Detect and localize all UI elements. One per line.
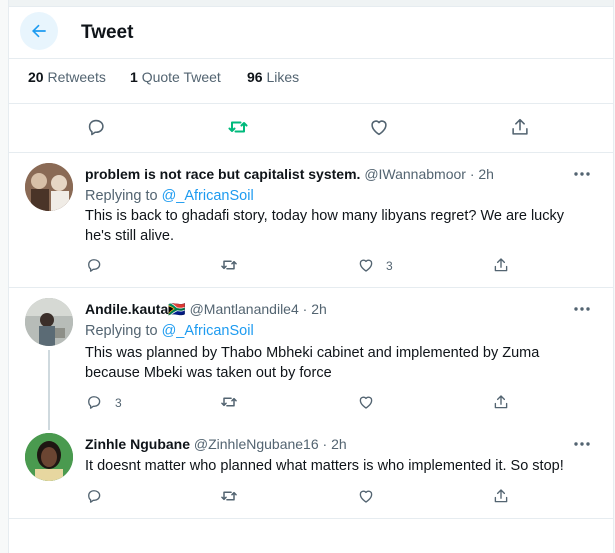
avatar-image — [25, 433, 73, 481]
reply-text: This is back to ghadafi story, today how… — [85, 208, 564, 244]
like-count: 3 — [386, 259, 393, 273]
back-button[interactable] — [20, 12, 58, 50]
more-icon — [574, 172, 590, 176]
reply-author: Andile.kauta🇿🇦 @Mantlanandile4 · 2h — [85, 301, 327, 318]
display-name[interactable]: Andile.kauta — [85, 301, 168, 317]
more-button[interactable] — [571, 167, 593, 181]
heart-icon — [359, 259, 373, 272]
like-button[interactable] — [356, 255, 376, 275]
like-button[interactable] — [356, 486, 376, 506]
retweets-stat[interactable]: 20 Retweets — [28, 69, 106, 85]
replying-prefix: Replying to — [85, 323, 158, 339]
share-button[interactable] — [491, 392, 511, 412]
reply-button[interactable] — [84, 392, 104, 412]
replying-to: Replying to @_AfricanSoil — [85, 323, 254, 339]
flag-icon: 🇿🇦 — [168, 301, 186, 317]
more-icon — [574, 442, 590, 446]
retweet-button[interactable] — [223, 112, 253, 142]
heart-icon — [371, 120, 387, 136]
share-button[interactable] — [505, 112, 535, 142]
reply-button[interactable] — [81, 112, 111, 142]
replying-to-link[interactable]: @_AfricanSoil — [162, 188, 254, 204]
retweet-icon — [228, 121, 248, 133]
share-button[interactable] — [491, 486, 511, 506]
reply-text: This was planned by Thabo Mbheki cabinet… — [85, 345, 540, 381]
quotes-label: Quote Tweet — [141, 69, 221, 85]
retweet-button[interactable] — [219, 255, 239, 275]
avatar[interactable] — [25, 298, 73, 346]
retweet-icon — [221, 397, 237, 407]
handle-time[interactable]: @Mantlanandile4 · 2h — [190, 301, 327, 317]
heart-icon — [359, 490, 373, 503]
more-button[interactable] — [571, 302, 593, 316]
retweets-label: Retweets — [47, 69, 106, 85]
share-button[interactable] — [491, 255, 511, 275]
reply-tweet[interactable]: Andile.kauta🇿🇦 @Mantlanandile4 · 2h Repl… — [9, 288, 613, 430]
reply-count: 3 — [115, 396, 122, 410]
avatar-image — [25, 163, 73, 211]
retweets-count: 20 — [28, 69, 44, 85]
likes-label: Likes — [266, 69, 300, 85]
avatar-image — [25, 298, 73, 346]
display-name[interactable]: Zinhle Ngubane — [85, 436, 190, 452]
reply-button[interactable] — [84, 255, 104, 275]
page-title: Tweet — [81, 22, 134, 43]
likes-stat[interactable]: 96 Likes — [247, 69, 299, 85]
handle-time[interactable]: @IWannabmoor · 2h — [364, 166, 494, 182]
reply-author: problem is not race but capitalist syste… — [85, 166, 494, 182]
retweet-button[interactable] — [219, 392, 239, 412]
share-icon — [494, 258, 508, 272]
avatar[interactable] — [25, 433, 73, 481]
share-icon — [494, 489, 508, 503]
arrow-left-icon — [32, 24, 46, 38]
heart-icon — [359, 396, 373, 409]
replying-to-link[interactable]: @_AfricanSoil — [162, 323, 254, 339]
reply-author: Zinhle Ngubane @ZinhleNgubane16 · 2h — [85, 436, 347, 452]
reply-tweet[interactable]: Zinhle Ngubane @ZinhleNgubane16 · 2h It … — [9, 424, 613, 519]
reply-icon — [88, 396, 101, 409]
avatar[interactable] — [25, 163, 73, 211]
reply-icon — [88, 119, 104, 136]
retweet-button[interactable] — [219, 486, 239, 506]
likes-count: 96 — [247, 69, 263, 85]
reply-tweet[interactable]: problem is not race but capitalist syste… — [9, 153, 613, 288]
tweet-actions — [9, 104, 613, 153]
like-button[interactable] — [364, 112, 394, 142]
more-icon — [574, 307, 590, 311]
quotes-count: 1 — [130, 69, 138, 85]
retweet-icon — [221, 491, 237, 501]
like-button[interactable] — [356, 392, 376, 412]
tweet-column: Tweet 20 Retweets 1 Quote Tweet 96 Likes… — [8, 0, 614, 553]
replying-prefix: Replying to — [85, 188, 158, 204]
quote-tweets-stat[interactable]: 1 Quote Tweet — [130, 69, 221, 85]
retweet-icon — [221, 260, 237, 270]
tweet-stats: 20 Retweets 1 Quote Tweet 96 Likes — [9, 59, 613, 104]
share-icon — [512, 118, 528, 135]
share-icon — [494, 395, 508, 409]
reply-button[interactable] — [84, 486, 104, 506]
page-header: Tweet — [9, 6, 613, 59]
reply-icon — [88, 259, 101, 272]
display-name[interactable]: problem is not race but capitalist syste… — [85, 166, 360, 182]
reply-icon — [88, 490, 101, 503]
thread-line — [48, 350, 50, 430]
handle-time[interactable]: @ZinhleNgubane16 · 2h — [194, 436, 347, 452]
reply-text: It doesnt matter who planned what matter… — [85, 458, 564, 474]
replying-to: Replying to @_AfricanSoil — [85, 188, 254, 204]
more-button[interactable] — [571, 437, 593, 451]
